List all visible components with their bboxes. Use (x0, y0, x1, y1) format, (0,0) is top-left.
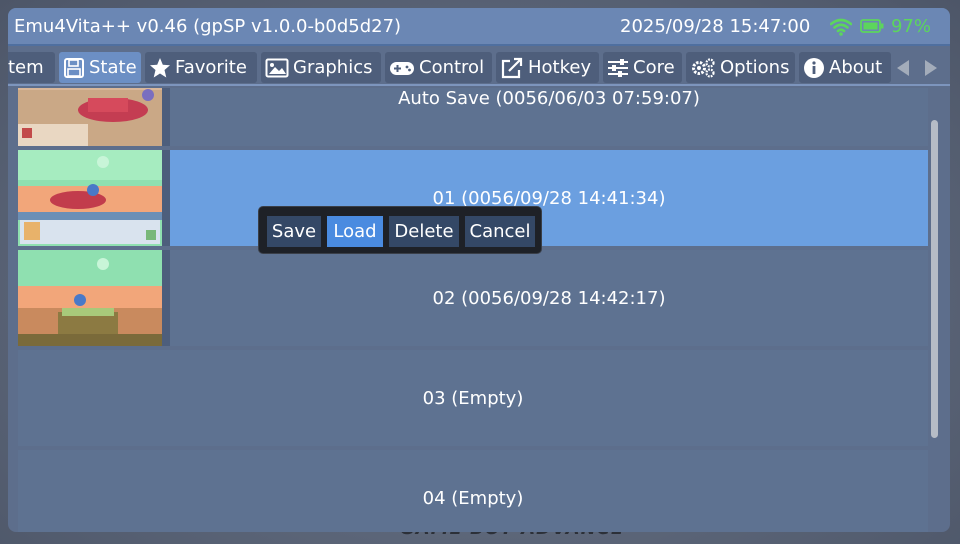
tab-options[interactable]: Options (686, 52, 795, 83)
state-slot-03[interactable]: 03 (Empty) (18, 350, 928, 446)
menu-window: Emu4Vita++ v0.46 (gpSP v1.0.0-b0d5d27) 2… (8, 8, 950, 532)
tab-hotkey[interactable]: Hotkey (496, 52, 599, 83)
tab-state[interactable]: State (59, 52, 141, 83)
tab-scroll-left-icon[interactable] (897, 60, 909, 76)
state-list: Auto Save (0056/06/03 07:59:07) 01 (0056… (18, 88, 928, 532)
external-link-icon (501, 57, 523, 78)
state-slot-label: Auto Save (0056/06/03 07:59:07) (170, 88, 928, 146)
battery-percentage: 97% (891, 16, 932, 37)
save-disk-icon (64, 57, 84, 78)
tab-label: Hotkey (528, 57, 592, 78)
tab-label: tem (8, 57, 44, 78)
cancel-button[interactable]: Cancel (465, 216, 535, 247)
gears-icon (692, 57, 715, 78)
app-title: Emu4Vita++ v0.46 (gpSP v1.0.0-b0d5d27) (14, 16, 402, 37)
tab-label: Options (720, 57, 790, 78)
tab-system[interactable]: tem (8, 52, 55, 83)
save-button[interactable]: Save (267, 216, 321, 247)
info-icon (804, 57, 824, 78)
image-icon (265, 58, 289, 77)
load-button[interactable]: Load (327, 216, 383, 247)
star-icon (150, 57, 170, 77)
state-slot-label: 03 (Empty) (18, 350, 928, 446)
title-bar: Emu4Vita++ v0.46 (gpSP v1.0.0-b0d5d27) 2… (8, 8, 950, 46)
tab-scroll-right-icon[interactable] (925, 60, 937, 76)
state-slot-auto-save[interactable]: Auto Save (0056/06/03 07:59:07) (18, 88, 928, 146)
tab-label: State (89, 57, 137, 78)
state-slot-label: 04 (Empty) (18, 450, 928, 532)
gamepad-icon (390, 61, 414, 75)
tab-favorite[interactable]: Favorite (145, 52, 257, 83)
state-slot-04[interactable]: 04 (Empty) (18, 450, 928, 532)
wifi-icon (830, 18, 852, 36)
tab-core[interactable]: Core (603, 52, 682, 83)
tab-label: Core (633, 57, 675, 78)
state-action-popup: Save Load Delete Cancel (258, 206, 542, 254)
tab-label: About (829, 57, 883, 78)
state-thumbnail (18, 150, 162, 246)
list-scrollbar[interactable] (931, 120, 938, 438)
battery-icon (860, 19, 884, 33)
tab-about[interactable]: About (799, 52, 891, 83)
state-slot-02[interactable]: 02 (0056/09/28 14:42:17) (18, 250, 928, 346)
state-thumbnail (18, 88, 162, 146)
state-thumbnail (18, 250, 162, 346)
state-slot-label: 02 (0056/09/28 14:42:17) (170, 250, 928, 346)
clock: 2025/09/28 15:47:00 (620, 16, 811, 37)
tab-label: Control (419, 57, 485, 78)
tab-graphics[interactable]: Graphics (261, 52, 381, 83)
tab-label: Favorite (175, 57, 247, 78)
tab-bar: tem State Favorite Graphics Control Hotk… (8, 48, 950, 86)
tab-label: Graphics (293, 57, 373, 78)
delete-button[interactable]: Delete (389, 216, 459, 247)
sliders-icon (608, 58, 628, 77)
tab-control[interactable]: Control (385, 52, 492, 83)
